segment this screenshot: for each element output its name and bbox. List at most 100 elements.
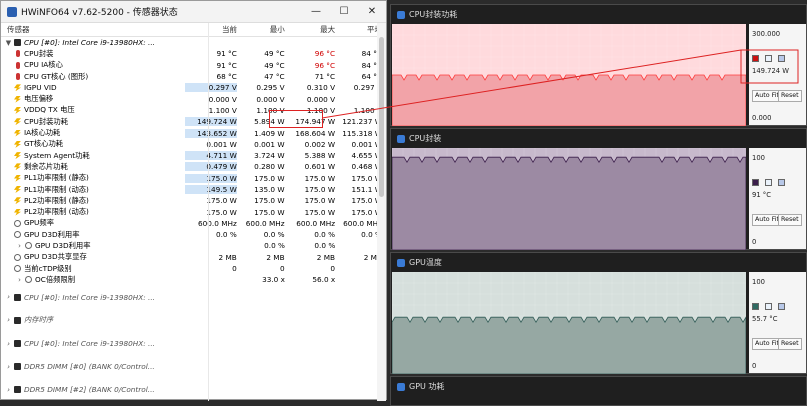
sensor-label: 当前cTDP级别 — [24, 263, 72, 273]
sensor-row[interactable]: IA核心功耗 143.652 W 1.409 W 168.604 W 115.318 W — [1, 127, 386, 138]
series-color-swatch[interactable] — [752, 178, 759, 186]
sensor-row[interactable]: System Agent功耗 4.711 W 3.724 W 5.388 W 4.655… — [1, 150, 386, 161]
color-swatch[interactable] — [778, 302, 785, 310]
sensor-row[interactable]: PL1功率限制 (动态) 149.5 W 135.0 W 175.0 W 151.1 W — [1, 184, 386, 195]
graph-legend-panel: 300.000 149.724 W Auto Fit Reset 0.000 — [749, 24, 806, 125]
color-swatch[interactable] — [778, 178, 785, 186]
sensor-row[interactable]: 当前cTDP级别0000 — [1, 263, 386, 274]
expand-arrow-icon[interactable]: › — [4, 386, 13, 394]
graph-title: GPU温度 — [409, 258, 442, 267]
graph-title-bar: GPU温度 — [391, 253, 806, 272]
current-value: 143.652 W — [185, 128, 237, 138]
bolt-icon — [14, 95, 21, 103]
sensor-row[interactable]: VDDQ TX 电压 1.100 V 1.100 V 1.100 V 1.100 V — [1, 105, 386, 116]
sensor-row[interactable]: PL1功率限制 (静态) 175.0 W 175.0 W 175.0 W 175.0 W — [1, 173, 386, 184]
sensor-label: System Agent功耗 — [24, 150, 90, 160]
min-value: 1.409 W — [254, 128, 285, 138]
reset-button[interactable]: Reset — [778, 90, 802, 103]
sensor-list[interactable]: ▼ CPU [#0]: Intel Core i9-13980HX: ... CPU… — [1, 37, 386, 401]
max-value: 600.0 MHz — [296, 218, 336, 228]
col-sensor[interactable]: 传感器 — [1, 24, 186, 35]
sensor-row[interactable]: GPU D3D共享显存 2 MB 2 MB 2 MB 2 MB — [1, 252, 386, 263]
graph-window[interactable]: CPU封装 100 91 °C Auto Fit Reset 0 — [390, 128, 807, 250]
current-value: 149.5 W — [185, 185, 237, 194]
max-value: 0.0 % — [314, 241, 336, 251]
sensor-row[interactable]: GPU D3D利用率 0.0 % 0.0 % 0.0 % 0.0 % — [1, 229, 386, 240]
sensor-row[interactable]: CPU封装 91 °C 49 °C 96 °C 84 °C — [1, 48, 386, 59]
expand-arrow-icon[interactable]: › — [4, 316, 13, 324]
current-value: 175.0 W — [206, 207, 237, 217]
scrollbar[interactable] — [377, 23, 386, 401]
color-swatch[interactable] — [765, 178, 772, 186]
close-button[interactable]: ✕ — [358, 6, 386, 17]
current-value-label: 91 °C — [752, 190, 771, 199]
sensor-label: 电压偏移 — [24, 94, 54, 104]
sensor-name-cell: PL1功率限制 (动态) — [1, 185, 185, 195]
color-swatch[interactable] — [765, 302, 772, 310]
expand-arrow-icon[interactable]: › — [4, 340, 13, 348]
expand-arrow-icon[interactable]: › — [4, 293, 13, 301]
sensor-row[interactable]: IGPU VID 0.297 V 0.295 V 0.310 V 0.297 V — [1, 82, 386, 93]
sensor-group-row[interactable]: › CPU [#0]: Intel Core i9-13980HX: ... — [1, 286, 386, 309]
sensor-row[interactable]: CPU封装功耗 149.724 W 5.894 W 174.947 W 121.237 … — [1, 116, 386, 127]
sensor-label: VDDQ TX 电压 — [24, 105, 75, 115]
min-value: 0.0 % — [263, 230, 285, 240]
scrollbar-thumb[interactable] — [379, 37, 384, 197]
expand-arrow-icon[interactable]: › — [4, 363, 13, 371]
sensor-row[interactable]: CPU GT核心 (图形) 68 °C 47 °C 71 °C 64 °C — [1, 71, 386, 82]
sensor-row[interactable]: › OC倍频限制 33.0 x 56.0 x — [1, 274, 386, 285]
sensor-row[interactable]: 剩余芯片功耗 0.479 W 0.280 W 0.601 W 0.468 W — [1, 161, 386, 172]
min-value: 47 °C — [264, 72, 285, 82]
sensor-row[interactable]: ▼ CPU [#0]: Intel Core i9-13980HX: ... — [1, 37, 386, 48]
sensor-label: IGPU VID — [24, 83, 57, 93]
reset-button[interactable]: Reset — [778, 214, 802, 227]
sensor-group-row[interactable]: › DDR5 DIMM [#2] (BANK 0/Control... — [1, 378, 386, 401]
sensor-row[interactable]: PL2功率限制 (动态) 175.0 W 175.0 W 175.0 W 175.0 W — [1, 206, 386, 217]
sensor-label: GPU D3D利用率 — [24, 229, 80, 239]
graph-title: CPU封装功耗 — [409, 10, 458, 19]
therm-icon — [16, 50, 20, 58]
reset-button[interactable]: Reset — [778, 338, 802, 351]
graph-window[interactable]: GPU 功耗 — [390, 376, 807, 406]
col-min[interactable]: 最小 — [237, 24, 285, 35]
circle-icon — [14, 253, 21, 261]
app-icon — [7, 6, 17, 17]
sensor-group-row[interactable]: › DDR5 DIMM [#0] (BANK 0/Control... — [1, 355, 386, 378]
sensor-label: CPU封装功耗 — [24, 116, 69, 126]
window-title: HWiNFO64 v7.62-5200 - 传感器状态 — [21, 8, 178, 18]
sensor-name-cell: IA核心功耗 — [1, 128, 185, 138]
sensor-label: PL1功率限制 (动态) — [24, 184, 89, 194]
sensor-row[interactable]: › GPU D3D利用率 0.0 % 0.0 % — [1, 240, 386, 251]
col-max[interactable]: 最大 — [285, 24, 335, 35]
col-current[interactable]: 当前 — [186, 24, 237, 35]
expand-toggle-icon[interactable]: › — [15, 276, 24, 284]
sensor-group-row[interactable]: › CPU [#0]: Intel Core i9-13980HX: ... — [1, 332, 386, 355]
sensor-row[interactable]: CPU IA核心 91 °C 49 °C 96 °C 84 °C — [1, 60, 386, 71]
sensor-name-cell: 剩余芯片功耗 — [1, 162, 185, 172]
minimize-button[interactable]: — — [302, 6, 330, 17]
graph-title: CPU封装 — [409, 134, 442, 143]
graph-window[interactable]: GPU温度 100 55.7 °C Auto Fit Reset 0 — [390, 252, 807, 374]
group-name-cell: › CPU [#0]: Intel Core i9-13980HX: ... — [1, 339, 209, 348]
sensor-label: GPU D3D利用率 — [35, 240, 91, 250]
sensor-row[interactable]: GPU频率 600.0 MHz 600.0 MHz 600.0 MHz 600.0 MH… — [1, 218, 386, 229]
maximize-button[interactable]: ☐ — [330, 6, 358, 17]
expand-toggle-icon[interactable]: › — [15, 242, 24, 250]
series-color-swatch[interactable] — [752, 302, 759, 310]
expand-toggle-icon[interactable]: ▼ — [4, 39, 13, 47]
max-value: 175.0 W — [304, 207, 336, 217]
color-swatch[interactable] — [765, 54, 772, 62]
sensor-row[interactable]: GT核心功耗 0.001 W 0.001 W 0.002 W 0.001 W — [1, 139, 386, 150]
current-value-label: 149.724 W — [752, 66, 789, 75]
series-color-swatch[interactable] — [752, 54, 759, 62]
sensor-row[interactable]: PL2功率限制 (静态) 175.0 W 175.0 W 175.0 W 175.0 W — [1, 195, 386, 206]
sensor-name-cell: GPU D3D共享显存 — [1, 252, 185, 262]
bolt-icon — [14, 174, 21, 182]
sensor-label: GPU频率 — [24, 218, 54, 228]
graph-title-bar: CPU封装 — [391, 129, 806, 148]
sensor-group-row[interactable]: › 内存时序 — [1, 309, 386, 332]
sensor-row[interactable]: 电压偏移 0.000 V 0.000 V 0.000 V — [1, 93, 386, 104]
graph-window[interactable]: CPU封装功耗 300.000 149.724 W Auto Fit Reset… — [390, 4, 807, 126]
column-divider — [208, 23, 209, 401]
color-swatch[interactable] — [778, 54, 785, 62]
